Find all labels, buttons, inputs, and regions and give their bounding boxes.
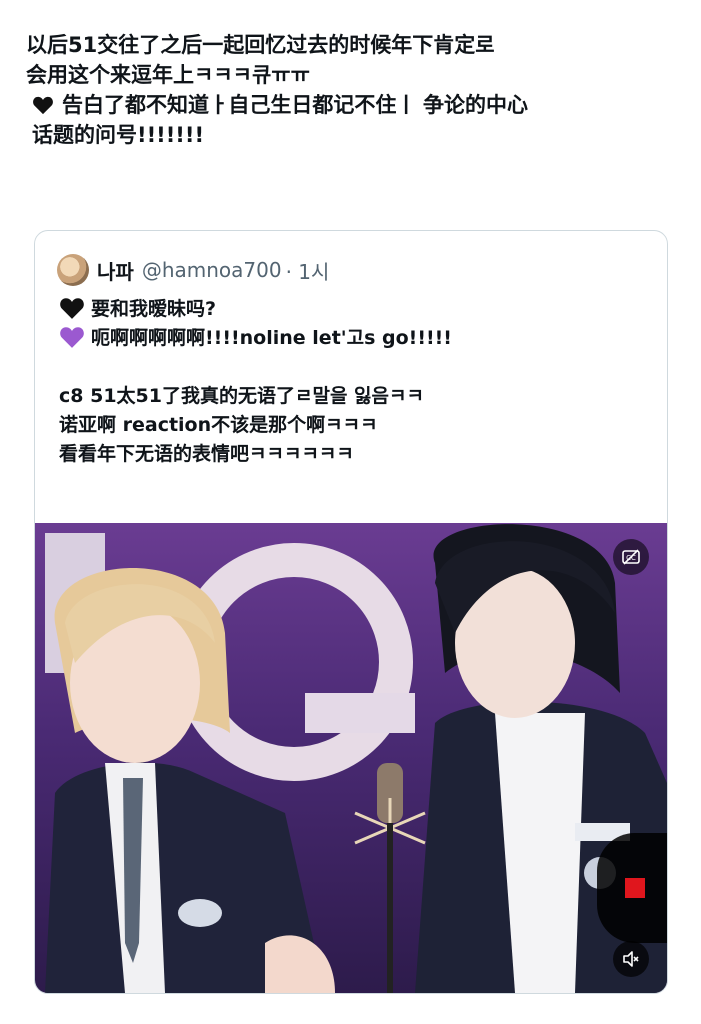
author-name[interactable]: 나파 [97, 256, 134, 285]
mute-button[interactable] [613, 941, 649, 977]
post-text: 以后51交往了之后一起回忆过去的时候年下肯定로 会用这个来逗年上ㅋㅋㅋ큐ㅠㅠ 告… [26, 30, 676, 150]
captions-button[interactable]: CC [613, 539, 649, 575]
quote-line-5: 看看年下无语的表情吧ㅋㅋㅋㅋㅋㅋ [59, 443, 354, 465]
post-line-4: 话题的问号!!!!!!! [32, 123, 205, 147]
purple-heart-icon [60, 327, 84, 348]
post-line-1: 以后51交往了之后一起回忆过去的时候年下肯定로 [26, 33, 495, 57]
post-time[interactable]: · 1시 [286, 256, 330, 285]
quoted-tweet-text: 要和我暧昧吗? 呃啊啊啊啊啊!!!!noline let'고s go!!!!! … [59, 295, 649, 469]
avatar[interactable] [57, 254, 89, 286]
record-stop-icon [625, 878, 645, 898]
black-heart-icon [60, 298, 84, 319]
post-line-3: 告白了都不知道ㅏ自己生日都记不住ㅣ 争论的中心 [62, 93, 528, 117]
black-heart-icon [33, 96, 53, 115]
speaker-muted-icon [623, 951, 639, 967]
quote-line-2: 呃啊啊啊啊啊!!!!noline let'고s go!!!!! [91, 327, 452, 349]
record-stop-button[interactable] [597, 833, 667, 943]
post-line-3-container: 告白了都不知道ㅏ自己生日都记不住ㅣ 争论的中心 [26, 90, 676, 120]
quote-line-2-container: 呃啊啊啊啊啊!!!!noline let'고s go!!!!! [59, 324, 649, 353]
microphone-stand [354, 763, 426, 993]
blonde-character-figure [45, 568, 335, 993]
quote-line-4: 诺亚啊 reaction不该是那个啊ㅋㅋㅋ [59, 414, 378, 436]
video-player[interactable]: CC [35, 523, 667, 993]
quote-line-1: 要和我暧昧吗? [91, 298, 217, 320]
author-handle[interactable]: @hamnoa700 [142, 258, 282, 282]
cc-icon: CC [622, 549, 640, 565]
quoted-tweet-card[interactable]: 나파 @hamnoa700 · 1시 要和我暧昧吗? 呃啊啊啊啊啊!!!!nol… [34, 230, 668, 994]
quoted-tweet-header: 나파 @hamnoa700 · 1시 [57, 254, 330, 286]
quote-line-3: c8 51太51了我真的无语了ㄹ말을 잃음ㅋㅋ [59, 385, 424, 407]
post-line-2: 会用这个来逗年上ㅋㅋㅋ큐ㅠㅠ [26, 63, 310, 87]
quote-line-1-container: 要和我暧昧吗? [59, 295, 649, 324]
